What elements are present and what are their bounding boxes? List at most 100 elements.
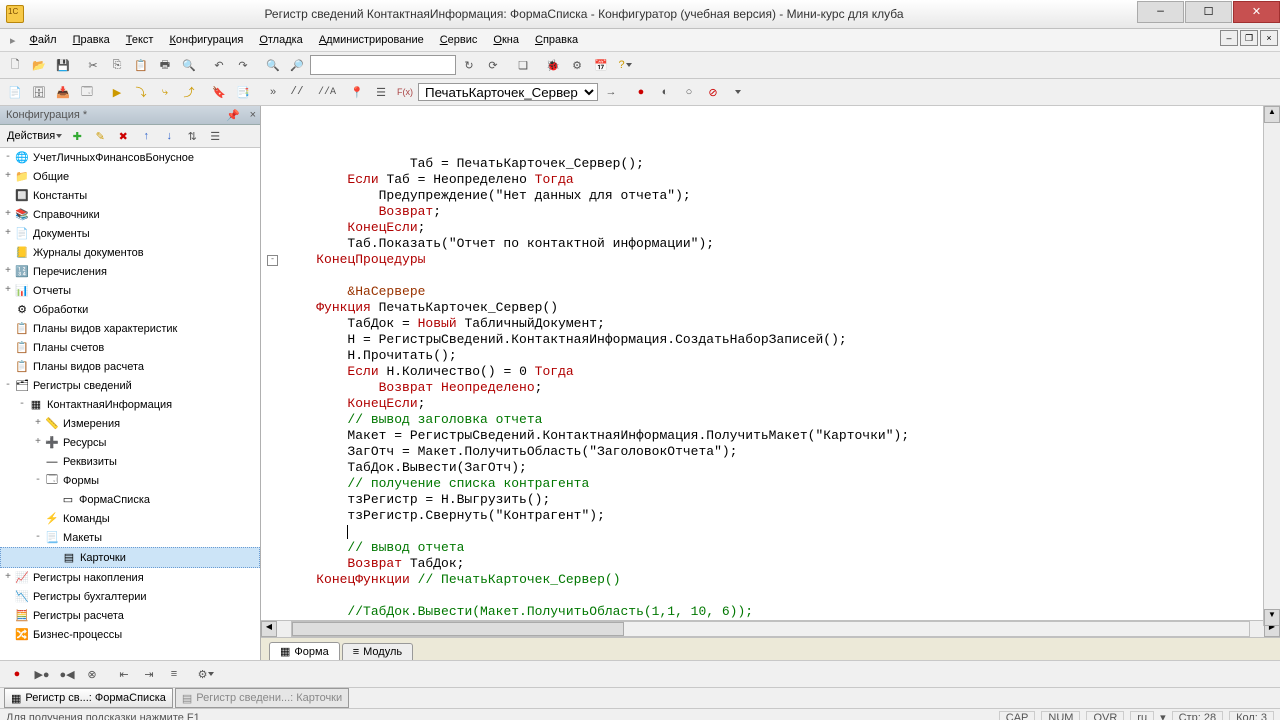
tree-item-Формы[interactable]: -🗔Формы (0, 471, 260, 490)
code-line[interactable]: Таб.Показать("Отчет по контактной информ… (285, 236, 1280, 252)
filter-icon[interactable]: ☰ (204, 125, 226, 147)
menu-Окна[interactable]: Окна (485, 31, 527, 49)
breakpoint-icon[interactable]: ● (630, 81, 652, 103)
tree-item-Макеты[interactable]: -📃Макеты (0, 528, 260, 547)
tree-item-Команды[interactable]: ⚡Команды (0, 509, 260, 528)
calendar-icon[interactable]: 📅 (590, 54, 612, 76)
down-icon[interactable]: ↓ (158, 125, 180, 147)
code-line[interactable]: тзРегистр.Свернуть("Контрагент"); (285, 508, 1280, 524)
twisty-icon[interactable]: - (32, 475, 44, 486)
maximize-button[interactable]: ☐ (1185, 1, 1232, 23)
step-into-icon[interactable]: ⤷ (154, 81, 176, 103)
tree-item-Регистры накопления[interactable]: +📈Регистры накопления (0, 568, 260, 587)
open-file-icon[interactable]: 📂 (28, 54, 50, 76)
up-icon[interactable]: ↑ (135, 125, 157, 147)
code-line[interactable]: Возврат; (285, 204, 1280, 220)
menu-Сервис[interactable]: Сервис (432, 31, 486, 49)
step-over-icon[interactable]: ⤵ (130, 81, 152, 103)
menu-Отладка[interactable]: Отладка (251, 31, 311, 49)
twisty-icon[interactable]: - (2, 152, 14, 163)
proc-list-icon[interactable]: ☰ (370, 81, 392, 103)
status-dropdown-icon[interactable]: ▾ (1160, 711, 1166, 720)
step-out-icon[interactable]: ⤴ (178, 81, 200, 103)
tree-item-Журналы документов[interactable]: 📒Журналы документов (0, 243, 260, 262)
mdi-close[interactable]: × (1260, 30, 1278, 46)
sidebar-close-icon[interactable]: × (250, 109, 256, 121)
refresh-icon[interactable]: ↻ (458, 54, 480, 76)
code-line[interactable]: Если Н.Количество() = 0 Тогда (285, 364, 1280, 380)
code-line[interactable]: // вывод отчета (285, 540, 1280, 556)
code-line[interactable]: Макет = РегистрыСведений.КонтактнаяИнфор… (285, 428, 1280, 444)
code-line[interactable]: Н = РегистрыСведений.КонтактнаяИнформаци… (285, 332, 1280, 348)
procedure-select[interactable]: ПечатьКарточек_Сервер (418, 83, 598, 101)
tree-item-Планы видов характеристик[interactable]: 📋Планы видов характеристик (0, 319, 260, 338)
tree-item-Бизнес-процессы[interactable]: 🔀Бизнес-процессы (0, 625, 260, 644)
code-line[interactable]: Если Таб = Неопределено Тогда (285, 172, 1280, 188)
settings-icon[interactable]: ⚙ (195, 663, 217, 685)
vertical-scrollbar[interactable]: ▲ ▼ (1263, 106, 1280, 626)
comment-icon[interactable]: // (286, 81, 308, 103)
code-area[interactable]: - Таб = ПечатьКарточек_Сервер(); Если Та… (261, 106, 1280, 620)
code-line[interactable]: ТабДок = Новый ТабличныйДокумент; (285, 316, 1280, 332)
disable-bp-icon[interactable]: ○ (678, 81, 700, 103)
code-line[interactable]: Функция ПечатьКарточек_Сервер() (285, 300, 1280, 316)
menu-Текст[interactable]: Текст (118, 31, 162, 49)
tree-item-Константы[interactable]: 🔲Константы (0, 186, 260, 205)
remove-bp-icon[interactable]: ⊘ (702, 81, 724, 103)
twisty-icon[interactable]: + (32, 437, 44, 448)
update-db-icon[interactable]: 📥 (52, 81, 74, 103)
bp-toggle-icon[interactable]: ● (6, 663, 28, 685)
bp-prev-icon[interactable]: ●◀ (56, 663, 78, 685)
bp-next-icon[interactable]: ▶● (31, 663, 53, 685)
cond-bp-icon[interactable]: ◐ (654, 81, 676, 103)
sort-icon[interactable]: ⇅ (181, 125, 203, 147)
fold-icon[interactable]: - (267, 255, 278, 266)
menu-dropdown-icon[interactable]: ▸ (10, 34, 16, 47)
tree-item-Планы счетов[interactable]: 📋Планы счетов (0, 338, 260, 357)
tree-item-Регистры бухгалтерии[interactable]: 📉Регистры бухгалтерии (0, 587, 260, 606)
code-line[interactable] (285, 588, 1280, 604)
twisty-icon[interactable]: + (2, 209, 14, 220)
code-line[interactable]: ЗагОтч = Макет.ПолучитьОбласть("Заголово… (285, 444, 1280, 460)
indent-icon[interactable]: » (262, 81, 284, 103)
code-line[interactable]: тзРегистр = Н.Выгрузить(); (285, 492, 1280, 508)
minimize-button[interactable]: — (1137, 1, 1184, 23)
paste-icon[interactable]: 📋 (130, 54, 152, 76)
tree-item-КонтактнаяИнформация[interactable]: -▦КонтактнаяИнформация (0, 395, 260, 414)
code-line[interactable]: КонецЕсли; (285, 396, 1280, 412)
run-icon[interactable]: ▶ (106, 81, 128, 103)
db-config-icon[interactable]: 🗄 (28, 81, 50, 103)
delete-icon[interactable]: ✖ (112, 125, 134, 147)
more-icon[interactable] (726, 81, 748, 103)
undo-icon[interactable]: ↶ (208, 54, 230, 76)
tree-item-Измерения[interactable]: +📏Измерения (0, 414, 260, 433)
tree-item-Отчеты[interactable]: +📊Отчеты (0, 281, 260, 300)
goto-proc-icon[interactable]: → (600, 81, 622, 103)
twisty-icon[interactable]: - (32, 532, 44, 543)
bp-clear-icon[interactable]: ⊗ (81, 663, 103, 685)
code-line[interactable]: КонецЕсли; (285, 220, 1280, 236)
compare-icon[interactable]: 🗔 (76, 81, 98, 103)
twisty-icon[interactable]: - (2, 380, 14, 391)
code-line[interactable]: Предупреждение("Нет данных для отчета"); (285, 188, 1280, 204)
code-line[interactable] (285, 268, 1280, 284)
edit-icon[interactable]: ✎ (89, 125, 111, 147)
align-icon[interactable]: ≡ (163, 663, 185, 685)
mdi-restore[interactable]: ❐ (1240, 30, 1258, 46)
tree-item-Документы[interactable]: +📄Документы (0, 224, 260, 243)
outdent-icon[interactable]: ⇤ (113, 663, 135, 685)
goto-line-icon[interactable]: 📍 (346, 81, 368, 103)
tree-root[interactable]: - 🌐 УчетЛичныхФинансовБонусное (0, 148, 260, 167)
code-line[interactable]: Таб = ПечатьКарточек_Сервер(); (285, 156, 1280, 172)
twisty-icon[interactable]: + (2, 266, 14, 277)
horizontal-scrollbar[interactable]: ◀ ▶ (261, 620, 1280, 637)
mdi-minimize[interactable]: – (1220, 30, 1238, 46)
menu-Конфигурация[interactable]: Конфигурация (161, 31, 251, 49)
bookmarks-icon[interactable]: 📑 (232, 81, 254, 103)
twisty-icon[interactable]: + (2, 572, 14, 583)
menu-Администрирование[interactable]: Администрирование (311, 31, 432, 49)
tree-item-Общие[interactable]: +📁Общие (0, 167, 260, 186)
scroll-left-icon[interactable]: ◀ (261, 621, 277, 637)
refresh-all-icon[interactable]: ⟳ (482, 54, 504, 76)
debug-icon[interactable]: 🐞 (542, 54, 564, 76)
